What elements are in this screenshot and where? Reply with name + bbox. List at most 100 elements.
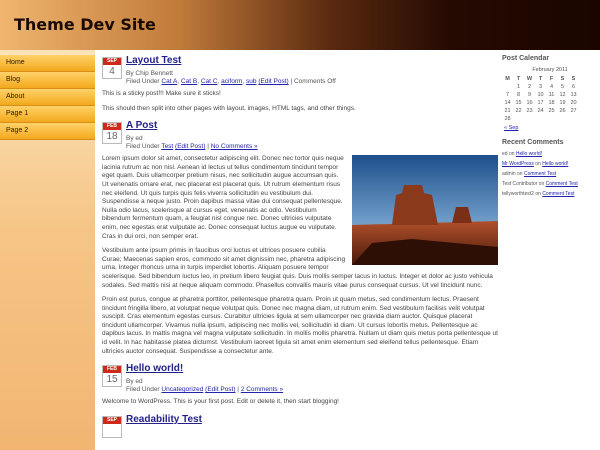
post-paragraph: Proin est purus, congue at pharetra port… xyxy=(102,296,498,355)
nav-item-home[interactable]: Home xyxy=(0,55,95,72)
calendar-week: 28 xyxy=(502,115,579,123)
comment-author: Test Contributor xyxy=(502,181,538,187)
post-header: FEB 18 A Post By ed xyxy=(102,120,498,146)
comment-on-label: on xyxy=(537,181,546,187)
calendar-day: 16 xyxy=(526,100,533,106)
site-title[interactable]: Theme Dev Site xyxy=(14,15,156,34)
calendar-day: 7 xyxy=(505,92,510,98)
post-paragraph: Welcome to WordPress. This is your first… xyxy=(102,398,339,406)
calendar-day: 17 xyxy=(537,100,544,106)
date-month: SEP xyxy=(103,58,121,65)
calendar-day: 2 xyxy=(527,84,532,90)
recent-comment: tellyworthtest2 on Comment Test xyxy=(502,191,598,197)
nav-item-blog[interactable]: Blog xyxy=(0,72,95,89)
calendar-day: 28 xyxy=(504,116,511,122)
calendar-day: 20 xyxy=(570,100,577,106)
post-header: SEP Readability Test xyxy=(102,414,498,440)
calendar-day xyxy=(524,115,535,123)
date-badge: SEP xyxy=(102,415,122,438)
post-hello-world: FEB 15 Hello world! By ed Filed Under Un… xyxy=(102,363,498,407)
calendar-day: 13 xyxy=(570,92,577,98)
comment-post-link[interactable]: Comment Test xyxy=(546,181,578,187)
comment-post-link[interactable]: Hello world! xyxy=(516,151,542,157)
post-paragraph: This should then split into other pages … xyxy=(102,104,356,112)
weekday: S xyxy=(571,76,576,82)
recent-comment: Test Contributor on Comment Test xyxy=(502,181,598,187)
recent-comments-heading: Recent Comments xyxy=(502,139,564,146)
calendar-day xyxy=(568,115,579,123)
calendar-day: 10 xyxy=(537,92,544,98)
calendar-day: 26 xyxy=(559,108,566,114)
comment-on-label: on xyxy=(533,161,543,167)
site-header: Theme Dev Site xyxy=(0,0,600,50)
calendar-day: 6 xyxy=(571,84,576,90)
calendar-day: 4 xyxy=(549,84,554,90)
weekday: M xyxy=(505,76,510,82)
recent-comment: Mr WordPress on Hello world! xyxy=(502,161,598,167)
calendar-day: 3 xyxy=(538,84,543,90)
weekday: W xyxy=(526,76,533,82)
post-title-link[interactable]: Readability Test xyxy=(126,414,202,425)
comment-post-link[interactable]: Comment Test xyxy=(542,191,574,197)
post-title-link[interactable]: Layout Test xyxy=(126,55,181,66)
calendar-day: 9 xyxy=(527,92,532,98)
calendar-day: 8 xyxy=(516,92,521,98)
post-title-link[interactable]: A Post xyxy=(126,120,157,131)
comment-post-link[interactable]: Hello world! xyxy=(542,161,568,167)
calendar-day: 14 xyxy=(504,100,511,106)
calendar-day-linked[interactable]: 18 xyxy=(546,99,557,107)
date-badge: SEP 4 xyxy=(102,57,122,79)
post-title-link[interactable]: Hello world! xyxy=(126,363,183,374)
calendar-weekdays: M T W T F S S xyxy=(502,75,579,83)
weekday: T xyxy=(538,76,543,82)
calendar-day: 21 xyxy=(504,108,511,114)
weekday: S xyxy=(560,76,565,82)
calendar-day: 25 xyxy=(548,108,555,114)
main-navigation: Home Blog About Page 1 Page 2 xyxy=(0,55,95,140)
post-a-post: FEB 18 A Post By ed Filed Under Test (Ed… xyxy=(102,120,498,356)
calendar-day xyxy=(535,115,546,123)
calendar-day-linked[interactable]: 15 xyxy=(513,99,524,107)
comment-on-label: on xyxy=(515,171,524,177)
calendar-week: 7 8 9 10 11 12 13 xyxy=(502,91,579,99)
comment-author-link[interactable]: Mr WordPress xyxy=(502,161,534,167)
calendar-day: 5 xyxy=(560,84,565,90)
post-author: By ed xyxy=(126,135,143,143)
calendar-week: 21 22 23 24 25 26 27 xyxy=(502,107,579,115)
date-day: 15 xyxy=(106,374,118,386)
date-month: FEB xyxy=(103,366,121,374)
calendar-day xyxy=(502,83,513,91)
comment-author: admin xyxy=(502,171,516,177)
nav-item-page-2[interactable]: Page 2 xyxy=(0,123,95,140)
calendar-day: 24 xyxy=(537,108,544,114)
comment-author: tellyworthtest2 xyxy=(502,191,534,197)
nav-item-page-1[interactable]: Page 1 xyxy=(0,106,95,123)
date-month: SEP xyxy=(103,416,121,424)
recent-comment: ed on Hello world! xyxy=(502,151,598,157)
calendar-prev-link[interactable]: « Sep xyxy=(504,125,598,131)
calendar-caption: February 2011 xyxy=(532,67,568,73)
calendar-day xyxy=(557,115,568,123)
date-month: FEB xyxy=(103,123,121,131)
comment-on-label: on xyxy=(507,151,516,157)
post-readability-test: SEP Readability Test xyxy=(102,414,498,440)
date-badge: FEB 15 xyxy=(102,365,122,388)
calendar-day xyxy=(546,115,557,123)
calendar-heading: Post Calendar xyxy=(502,55,550,62)
calendar-week: 1 2 3 4 5 6 xyxy=(502,83,579,91)
post-paragraph: This is a sticky post!!! Make sure it st… xyxy=(102,90,221,97)
calendar-day: 22 xyxy=(515,108,522,114)
post-calendar: M T W T F S S 1 2 3 4 5 6 7 8 9 10 11 12… xyxy=(502,75,579,123)
comment-post-link[interactable]: Comment Test xyxy=(524,171,556,177)
date-day: 4 xyxy=(109,66,115,77)
post-header: FEB 15 Hello world! By ed xyxy=(102,363,498,389)
main-content: SEP 4 Layout Test By Chip Bennett Filed … xyxy=(102,55,498,450)
calendar-week: 14 15 16 17 18 19 20 xyxy=(502,99,579,107)
calendar-day: 23 xyxy=(526,108,533,114)
weekday: T xyxy=(516,76,521,82)
recent-comment: admin on Comment Test xyxy=(502,171,598,177)
post-layout-test: SEP 4 Layout Test By Chip Bennett Filed … xyxy=(102,55,498,113)
calendar-day: 27 xyxy=(570,108,577,114)
nav-item-about[interactable]: About xyxy=(0,89,95,106)
calendar-day xyxy=(513,115,524,123)
